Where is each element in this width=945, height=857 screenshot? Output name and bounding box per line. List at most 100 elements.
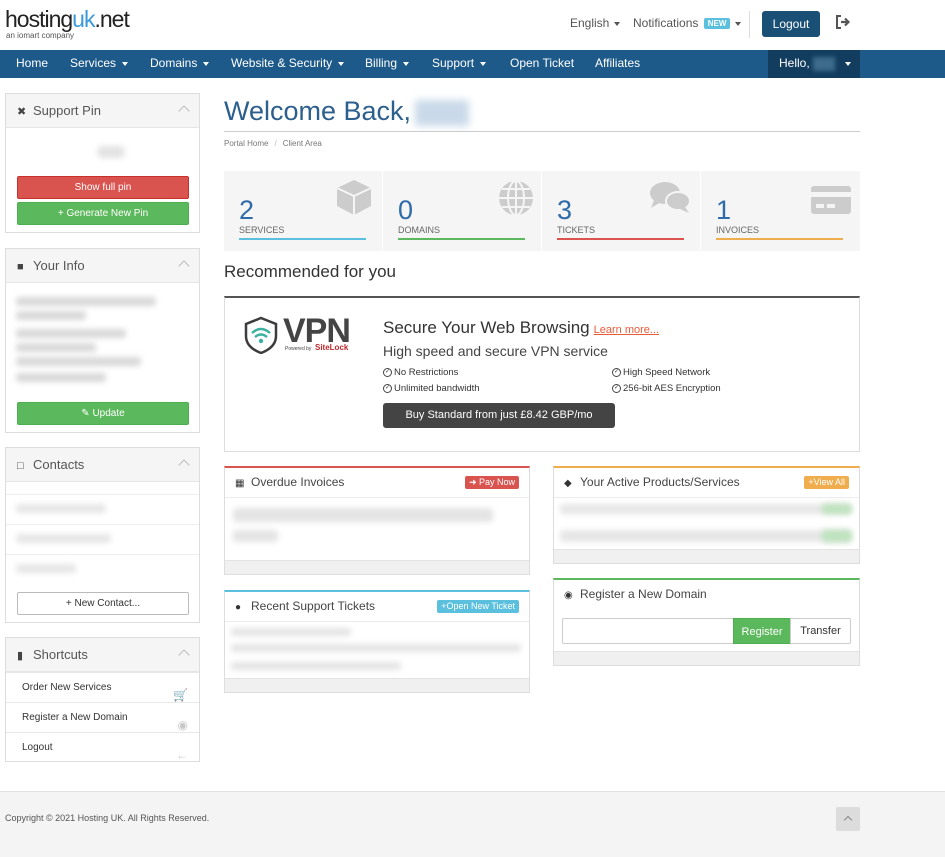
shortcut-order-new-services[interactable]: Order New Services 🛒 — [6, 672, 199, 702]
update-label: Update — [92, 408, 125, 419]
product-row[interactable] — [560, 504, 850, 514]
support-pin-panel: ✖ Support Pin Show full pin + Generate Ne… — [5, 93, 200, 233]
panel-header[interactable]: ▮ Shortcuts — [6, 638, 199, 672]
info-line — [16, 343, 96, 352]
panel-title: Support Pin — [33, 103, 101, 118]
shortcut-label: Logout — [22, 742, 53, 753]
support-pin-value — [98, 146, 124, 158]
arrow-left-icon: ← — [176, 748, 188, 762]
feature-label: High Speed Network — [623, 367, 711, 378]
new-contact-label: New Contact... — [74, 598, 141, 609]
card-footer — [225, 560, 529, 574]
breadcrumb-current: Client Area — [282, 139, 322, 148]
ticket-row[interactable] — [231, 628, 351, 636]
panel-header[interactable]: ✖ Support Pin — [6, 94, 199, 128]
check-circle-icon: ✓ — [612, 383, 621, 393]
your-info-panel: ■ Your Info ✎ Update — [5, 248, 200, 433]
nav-services[interactable]: Services — [70, 50, 129, 78]
ticket-row[interactable] — [231, 644, 521, 652]
stat-services[interactable]: 2 SERVICES — [224, 171, 382, 251]
stat-underline — [557, 238, 684, 240]
nav-affiliates[interactable]: Affiliates — [595, 50, 640, 78]
vpn-feature: ✓ No Restrictions — [383, 367, 458, 378]
generate-pin-button[interactable]: + Generate New Pin — [17, 202, 189, 225]
panel-header[interactable]: ■ Your Info — [6, 249, 199, 283]
stat-invoices[interactable]: 1 INVOICES — [701, 171, 859, 251]
user-menu[interactable]: Hello, — [768, 50, 860, 78]
stat-value: 1 — [716, 195, 732, 225]
notifications-label: Notifications — [633, 16, 699, 30]
nav-label: Support — [432, 56, 475, 70]
nav-domains[interactable]: Domains — [150, 50, 210, 78]
active-products-card: ◆ Your Active Products/Services +View All — [553, 466, 860, 564]
learn-more-link[interactable]: Learn more... — [594, 324, 659, 336]
nav-label: Affiliates — [595, 56, 641, 70]
transfer-button[interactable]: Transfer — [790, 618, 851, 644]
open-ticket-label: Open New Ticket — [446, 601, 515, 611]
contact-item[interactable] — [16, 534, 111, 543]
card-title: Your Active Products/Services — [580, 475, 740, 489]
buy-vpn-button[interactable]: Buy Standard from just £8.42 GBP/mo — [383, 403, 615, 428]
nav-billing[interactable]: Billing — [365, 50, 410, 78]
domain-search-input[interactable] — [562, 618, 734, 644]
chevron-down-icon — [735, 21, 742, 26]
show-full-pin-button[interactable]: Show full pin — [17, 176, 189, 199]
nav-website-security[interactable]: Website & Security — [231, 50, 345, 78]
contact-item[interactable] — [16, 564, 76, 573]
sign-out-icon[interactable] — [835, 14, 851, 30]
vpn-feature: ✓ High Speed Network — [612, 367, 710, 378]
invoice-row[interactable] — [233, 508, 493, 522]
chevron-down-icon — [480, 61, 487, 66]
chevron-down-icon — [122, 61, 129, 66]
language-selector[interactable]: English — [570, 16, 621, 30]
shortcut-label: Order New Services — [22, 682, 112, 693]
invoice-row[interactable] — [233, 530, 278, 542]
register-button[interactable]: Register — [733, 618, 791, 644]
shield-wifi-icon — [244, 316, 278, 354]
shortcut-register-domain[interactable]: Register a New Domain ◉ — [6, 702, 199, 732]
nav-label: Billing — [365, 56, 398, 70]
contact-item[interactable] — [16, 504, 106, 513]
welcome-user-name — [415, 99, 470, 126]
hello-label: Hello, — [779, 56, 810, 70]
chevron-down-icon — [403, 61, 410, 66]
divider — [749, 11, 750, 38]
feature-label: 256-bit AES Encryption — [623, 383, 721, 394]
nav-open-ticket[interactable]: Open Ticket — [510, 50, 574, 78]
product-row[interactable] — [560, 530, 850, 542]
panel-header[interactable]: □ Contacts — [6, 448, 199, 482]
back-to-top-button[interactable] — [836, 807, 860, 831]
divider — [224, 131, 860, 132]
logo[interactable]: hostinguk.net an iomart company — [5, 6, 130, 40]
status-badge — [822, 504, 852, 514]
pay-now-button[interactable]: ➜ Pay Now — [464, 476, 519, 489]
check-circle-icon: ✓ — [383, 367, 392, 377]
logout-button[interactable]: Logout — [762, 11, 820, 37]
open-new-ticket-button[interactable]: +Open New Ticket — [437, 600, 519, 613]
comments-icon — [650, 182, 691, 213]
stats-tiles: 2 SERVICES 0 DOMAINS 3 TICKETS 1 INVOICE… — [224, 171, 860, 251]
nav-label: Open Ticket — [510, 56, 575, 70]
stat-domains[interactable]: 0 DOMAINS — [383, 171, 541, 251]
shortcut-logout[interactable]: Logout ← — [6, 732, 199, 762]
chevron-down-icon — [338, 61, 345, 66]
stat-tickets[interactable]: 3 TICKETS — [542, 171, 700, 251]
new-contact-button[interactable]: + New Contact... — [17, 592, 189, 615]
overdue-invoices-card: ▦ Overdue Invoices ➜ Pay Now — [224, 466, 530, 575]
panel-title: Contacts — [33, 457, 85, 472]
logo-text-uk: uk — [72, 6, 95, 32]
breadcrumb-home[interactable]: Portal Home — [224, 139, 268, 148]
nav-home[interactable]: Home — [16, 50, 48, 78]
calculator-icon: ▦ — [235, 478, 245, 489]
view-all-button[interactable]: +View All — [804, 476, 849, 489]
ticket-row[interactable] — [231, 662, 401, 670]
welcome-text: Welcome Back, — [224, 96, 412, 126]
update-button[interactable]: ✎ Update — [17, 402, 189, 425]
stat-underline — [716, 238, 843, 240]
nav-support[interactable]: Support — [432, 50, 487, 78]
info-line — [16, 297, 156, 306]
pencil-icon: ✎ — [81, 408, 93, 419]
shortcut-label: Register a New Domain — [22, 712, 128, 723]
notifications-menu[interactable]: Notifications NEW — [633, 16, 742, 30]
main-nav: Home Services Domains Website & Security… — [0, 50, 945, 78]
